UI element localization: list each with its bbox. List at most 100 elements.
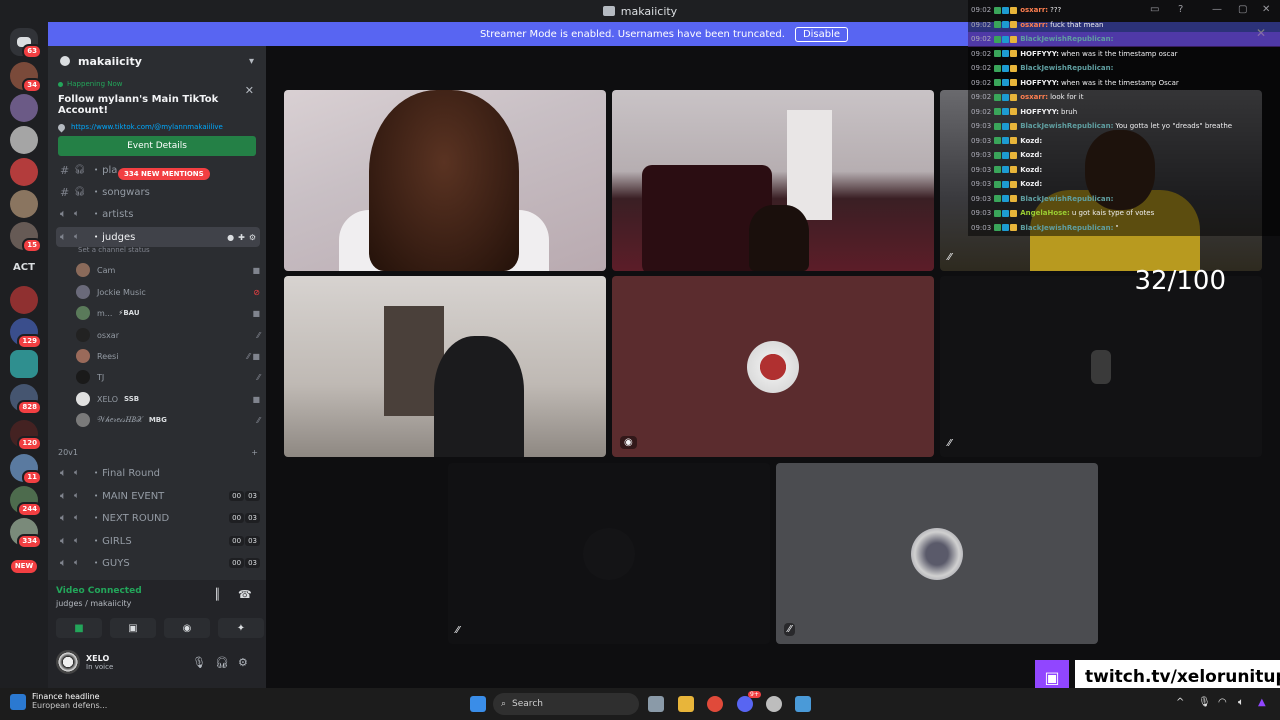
chat-username[interactable]: osxarr: bbox=[1020, 6, 1048, 14]
add-channel-icon[interactable]: + bbox=[251, 448, 258, 457]
chevron-down-icon[interactable]: ▾ bbox=[249, 56, 254, 67]
user-panel[interactable]: XELO In voice bbox=[56, 650, 113, 674]
file-explorer-icon[interactable] bbox=[678, 696, 694, 712]
help-icon[interactable]: ? bbox=[1178, 4, 1183, 15]
chat-username[interactable]: Kozd: bbox=[1020, 137, 1042, 145]
discord-icon[interactable] bbox=[737, 696, 753, 712]
direct-messages-icon[interactable]: 63 bbox=[10, 28, 42, 59]
voice-channel[interactable]: 🔈︎ 🔈︎ • Final Round bbox=[56, 463, 260, 483]
server-icon[interactable]: 15 bbox=[10, 222, 42, 253]
server-icon[interactable]: 11 bbox=[10, 454, 42, 485]
voice-user[interactable]: Cam ■ bbox=[76, 261, 260, 279]
gear-icon[interactable]: ⚙ bbox=[249, 233, 256, 242]
bell-icon[interactable]: ▲ bbox=[1258, 697, 1266, 708]
server-header[interactable]: makaiicity ▾ bbox=[48, 46, 266, 76]
start-icon[interactable] bbox=[470, 696, 486, 712]
voice-channel[interactable]: 🔈︎ 🔈︎ • NEXT ROUND 00 03 bbox=[56, 508, 260, 528]
disconnect-icon[interactable]: ☎ bbox=[238, 588, 252, 601]
channel-songwars[interactable]: # 🎧︎ • songwars bbox=[56, 182, 260, 202]
chat-username[interactable]: HOFFYYY: bbox=[1020, 108, 1059, 116]
voice-user[interactable]: XELO SSB ■ bbox=[76, 390, 260, 408]
video-tile[interactable] bbox=[284, 276, 606, 457]
activities-button[interactable]: ◉ bbox=[164, 618, 210, 638]
voice-channel[interactable]: 🔈︎ 🔈︎ • GIRLS 00 03 bbox=[56, 531, 260, 551]
volume-icon[interactable]: 🔈︎ bbox=[1238, 697, 1244, 708]
server-icon[interactable]: 34 bbox=[10, 62, 42, 93]
server-icon[interactable] bbox=[10, 350, 38, 378]
voice-location[interactable]: judges / makaiicity bbox=[56, 599, 131, 608]
audio-tile[interactable]: ⁄⁄ bbox=[940, 276, 1262, 457]
server-icon[interactable]: 129 bbox=[10, 318, 42, 349]
channel-artists[interactable]: 🔈︎ 🔈︎ • artists bbox=[56, 204, 260, 224]
microphone-icon[interactable]: 🎙︎ bbox=[1198, 697, 1211, 708]
chevron-up-icon[interactable]: ^ bbox=[1176, 697, 1184, 708]
voice-channel[interactable]: 🔈︎ 🔈︎ • MAIN EVENT 00 03 bbox=[56, 486, 260, 506]
notepad-icon[interactable] bbox=[795, 696, 811, 712]
category-header[interactable]: 20v1 + bbox=[58, 448, 258, 457]
event-close-icon[interactable]: ✕ bbox=[245, 84, 254, 97]
new-mentions-pill[interactable]: 334 NEW MENTIONS bbox=[118, 168, 210, 180]
chat-username[interactable]: BlackJewishRepublican: bbox=[1020, 224, 1113, 232]
app-icon[interactable] bbox=[648, 696, 664, 712]
server-icon[interactable] bbox=[10, 286, 38, 314]
chat-username[interactable]: HOFFYYY: bbox=[1020, 79, 1059, 87]
voice-status[interactable]: Video Connected bbox=[56, 586, 142, 596]
camera-button[interactable]: ■ bbox=[56, 618, 102, 638]
channel-judges[interactable]: 🔈︎ 🔈︎ • judges ● ✚ ⚙ bbox=[56, 227, 260, 247]
server-icon[interactable] bbox=[10, 190, 38, 218]
chat-username[interactable]: Kozd: bbox=[1020, 151, 1042, 159]
voice-channel[interactable]: 🔈︎ 🔈︎ • GUYS 00 03 bbox=[56, 553, 260, 573]
screen-share-button[interactable]: ▣ bbox=[110, 618, 156, 638]
audio-tile[interactable]: ⁄⁄ bbox=[776, 463, 1098, 644]
chat-username[interactable]: BlackJewishRepublican: bbox=[1020, 195, 1113, 203]
taskbar-search[interactable]: ⌕ Search bbox=[493, 693, 639, 715]
invite-icon[interactable]: ✚ bbox=[238, 233, 245, 242]
chat-username[interactable]: AngelaHose: bbox=[1020, 209, 1070, 217]
channel-status-hint[interactable]: Set a channel status bbox=[78, 246, 150, 254]
news-widget[interactable]: Finance headline European defens... bbox=[10, 692, 107, 710]
audio-tile[interactable]: ⁄⁄ bbox=[448, 463, 770, 644]
voice-user[interactable]: 𝒲𝒽𝑒𝓇𝑒𝒾𝓈𝐻𝐵𝒳 MBG ⁄⁄ bbox=[76, 411, 260, 429]
noise-suppression-icon[interactable]: ║ bbox=[214, 588, 221, 601]
wifi-icon[interactable]: ◠ bbox=[1218, 697, 1227, 708]
server-icon[interactable] bbox=[10, 158, 38, 186]
chat-username[interactable]: osxarr: bbox=[1020, 93, 1048, 101]
chat-username[interactable]: Kozd: bbox=[1020, 166, 1042, 174]
chat-username[interactable]: Kozd: bbox=[1020, 180, 1042, 188]
chat-icon[interactable]: ● bbox=[227, 233, 234, 242]
chat-username[interactable]: BlackJewishRepublican: bbox=[1020, 64, 1113, 72]
soundboard-button[interactable]: ✦ bbox=[218, 618, 264, 638]
event-link[interactable]: https://www.tiktok.com/@mylannmakaiilive bbox=[56, 122, 256, 132]
event-link-text[interactable]: https://www.tiktok.com/@mylannmakaiilive bbox=[71, 123, 223, 131]
maximize-icon[interactable]: ▢ bbox=[1238, 4, 1247, 15]
server-icon[interactable]: 244 bbox=[10, 486, 42, 517]
chat-username[interactable]: HOFFYYY: bbox=[1020, 50, 1059, 58]
voice-user[interactable]: Jockie Music ⊘ bbox=[76, 283, 260, 301]
new-servers-pill[interactable]: NEW bbox=[11, 560, 37, 573]
act-server-label[interactable]: ACT bbox=[10, 262, 38, 273]
server-icon[interactable] bbox=[10, 94, 38, 122]
obs-icon[interactable] bbox=[766, 696, 782, 712]
close-icon[interactable]: ✕ bbox=[1262, 4, 1270, 15]
disable-streamer-mode-button[interactable]: Disable bbox=[794, 26, 849, 42]
gear-icon[interactable]: ⚙ bbox=[238, 656, 248, 669]
voice-user[interactable]: TJ ⁄⁄ bbox=[76, 368, 260, 386]
voice-user[interactable]: m... ⚡BAU ■ bbox=[76, 304, 260, 322]
microphone-icon[interactable]: 🎙︎ bbox=[192, 656, 206, 669]
minimize-icon[interactable]: — bbox=[1212, 4, 1222, 15]
chrome-icon[interactable] bbox=[707, 696, 723, 712]
event-details-button[interactable]: Event Details bbox=[58, 136, 256, 156]
server-icon[interactable]: 120 bbox=[10, 420, 42, 451]
voice-user[interactable]: Reesi ⁄⁄ ■ bbox=[76, 347, 260, 365]
headphones-icon[interactable]: 🎧︎ bbox=[215, 656, 229, 669]
audio-tile[interactable]: ◉ bbox=[612, 276, 934, 457]
server-icon[interactable]: 828 bbox=[10, 384, 42, 415]
server-icon[interactable]: 334 bbox=[10, 518, 42, 549]
chat-username[interactable]: osxarr: bbox=[1020, 21, 1048, 29]
server-icon[interactable] bbox=[10, 126, 38, 154]
chat-username[interactable]: BlackJewishRepublican: bbox=[1020, 122, 1113, 130]
window-icon[interactable]: ▭ bbox=[1150, 4, 1159, 15]
video-tile[interactable] bbox=[612, 90, 934, 271]
chat-username[interactable]: BlackJewishRepublican: bbox=[1020, 35, 1113, 43]
voice-user[interactable]: osxar ⁄⁄ bbox=[76, 326, 260, 344]
